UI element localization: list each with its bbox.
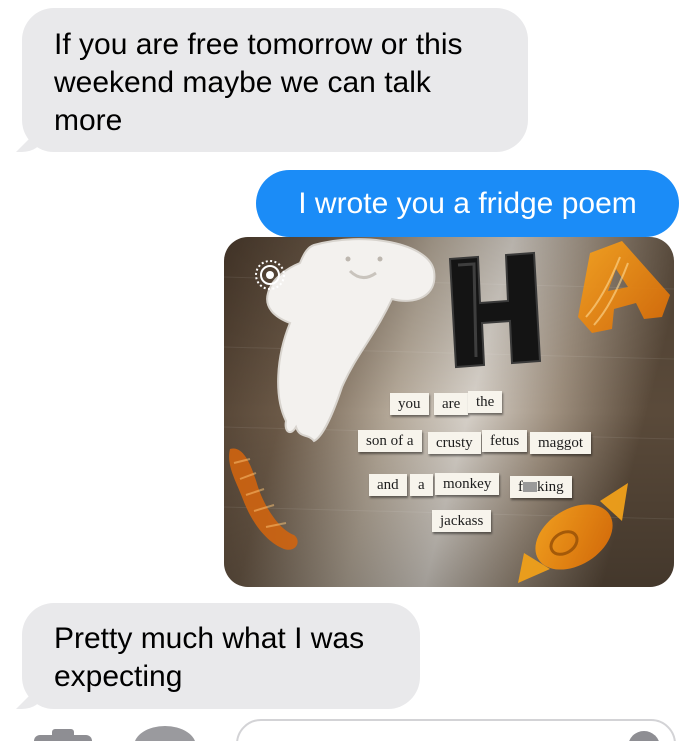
message-text: I wrote you a fridge poem bbox=[298, 187, 637, 220]
incoming-message-bubble[interactable]: Pretty much what I was expecting bbox=[16, 603, 420, 709]
word-magnet: monkey bbox=[435, 473, 500, 495]
censor-bar bbox=[523, 481, 537, 492]
photo-attachment[interactable]: you are the son of a crusty fetus maggot… bbox=[224, 237, 674, 587]
word-magnet: jackass bbox=[432, 510, 492, 532]
word-magnet: crusty bbox=[428, 432, 481, 454]
word-magnet: a bbox=[410, 474, 433, 496]
word-magnet: maggot bbox=[530, 432, 591, 454]
word-fragment: king bbox=[537, 479, 564, 495]
message-thread: If you are free tomorrow or this weekend… bbox=[0, 0, 700, 741]
word-magnet: are bbox=[434, 393, 469, 415]
word-magnet: you bbox=[390, 393, 429, 415]
microphone-icon[interactable] bbox=[628, 731, 660, 741]
message-input[interactable] bbox=[236, 719, 676, 741]
incoming-message-bubble[interactable]: If you are free tomorrow or this weekend… bbox=[16, 8, 528, 152]
word-magnet: the bbox=[468, 391, 503, 413]
outgoing-message-bubble[interactable]: I wrote you a fridge poem bbox=[256, 170, 679, 237]
app-store-icon[interactable] bbox=[134, 726, 196, 741]
camera-icon[interactable] bbox=[32, 727, 94, 741]
bubble-tail bbox=[16, 683, 42, 709]
bubble-tail bbox=[16, 126, 42, 152]
word-magnet: son of a bbox=[358, 430, 422, 452]
live-photo-icon[interactable] bbox=[254, 259, 286, 291]
word-magnet: fetus bbox=[482, 430, 528, 452]
word-magnet-censored: f king bbox=[510, 476, 572, 498]
message-text: If you are free tomorrow or this weekend… bbox=[54, 28, 463, 137]
message-text: Pretty much what I was expecting bbox=[54, 622, 365, 693]
word-magnet: and bbox=[369, 474, 407, 496]
